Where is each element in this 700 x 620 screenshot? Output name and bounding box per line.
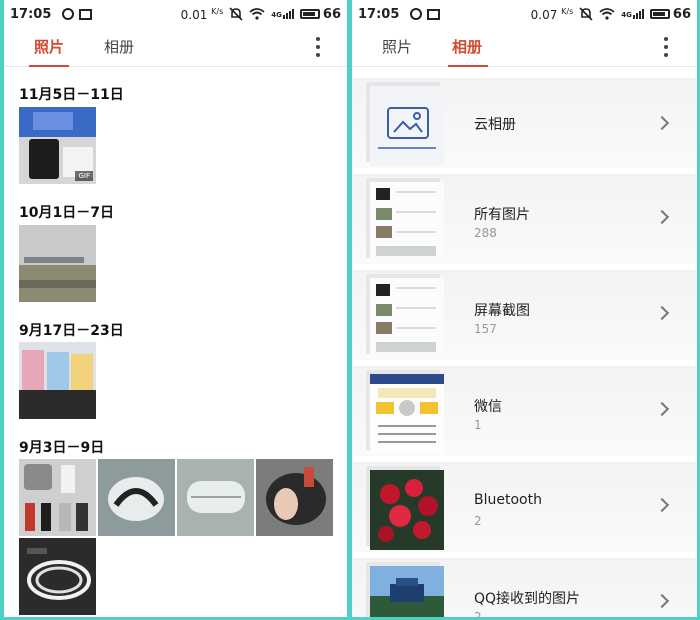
tab-photos[interactable]: 照片 [34, 36, 64, 57]
image-notification-icon [79, 8, 93, 20]
album-name: 所有图片 [474, 207, 530, 223]
week-header: 11月5日－11日 [19, 87, 124, 103]
week-header: 10月1日－7日 [19, 205, 114, 221]
photo-thumbnail[interactable] [19, 459, 96, 536]
chevron-right-icon [654, 497, 670, 513]
album-cover [370, 566, 444, 617]
album-row-cloud[interactable]: 云相册 [352, 78, 697, 168]
cloud-album-icon [370, 86, 444, 166]
album-name: QQ接收到的图片 [474, 591, 581, 607]
week-header: 9月17日－23日 [19, 323, 124, 339]
chevron-right-icon [654, 305, 670, 321]
album-count: 2 [474, 514, 482, 528]
chevron-right-icon [654, 593, 670, 609]
album-count: 2 [474, 610, 482, 617]
album-name: 屏幕截图 [474, 303, 530, 319]
battery-icon [649, 9, 670, 19]
tab-indicator [29, 65, 69, 67]
photo-thumbnail[interactable]: GIF [19, 107, 96, 184]
tab-indicator [448, 65, 488, 67]
status-time: 17:05 [10, 6, 52, 22]
battery-icon [299, 9, 320, 19]
tab-photos[interactable]: 照片 [382, 36, 412, 57]
network-speed: 0.07 K/s [530, 6, 574, 22]
signal-icon: 4G [271, 9, 294, 19]
chevron-right-icon [654, 209, 670, 225]
photo-thumbnail[interactable] [256, 459, 333, 536]
album-name: 微信 [474, 399, 502, 415]
album-name: 云相册 [474, 117, 516, 133]
wifi-icon [249, 8, 265, 20]
wifi-icon [599, 8, 615, 20]
notification-icon [410, 8, 423, 20]
mute-icon [579, 7, 593, 21]
status-bar: 17:05 0.07 K/s 4G 66 [352, 0, 697, 28]
tab-albums[interactable]: 相册 [104, 36, 134, 57]
tab-bar: 照片 相册 [352, 28, 697, 67]
album-row-qq[interactable]: QQ接收到的图片 2 [352, 558, 697, 617]
album-count: 157 [474, 322, 497, 336]
album-cover [370, 470, 444, 550]
gif-badge: GIF [75, 171, 93, 181]
network-speed: 0.01 K/s [180, 6, 224, 22]
status-time: 17:05 [358, 6, 400, 22]
photo-thumbnail[interactable] [98, 459, 175, 536]
album-row-bluetooth[interactable]: Bluetooth 2 [352, 462, 697, 552]
photo-thumbnail[interactable] [19, 225, 96, 302]
more-menu-icon[interactable] [658, 37, 674, 57]
album-row-screenshots[interactable]: 屏幕截图 157 [352, 270, 697, 360]
tab-bar: 照片 相册 [4, 28, 347, 67]
albums-screen: 17:05 0.07 K/s 4G 66 照片 相册 云相册 所有图片 288 … [352, 0, 697, 617]
album-count: 1 [474, 418, 482, 432]
album-name: Bluetooth [474, 492, 542, 508]
album-count: 288 [474, 226, 497, 240]
chevron-right-icon [654, 115, 670, 131]
image-notification-icon [427, 8, 441, 20]
chevron-right-icon [654, 401, 670, 417]
mute-icon [229, 7, 243, 21]
battery-indicator: 66 [649, 7, 691, 22]
photos-screen: 17:05 0.01 K/s 4G 66 照片 相册 11月5日－11日 GIF… [4, 0, 347, 617]
album-cover [370, 278, 444, 358]
photo-thumbnail[interactable] [19, 342, 96, 419]
signal-icon: 4G [621, 9, 644, 19]
notification-icon [62, 8, 75, 20]
album-cover [370, 182, 444, 262]
tab-albums[interactable]: 相册 [452, 36, 482, 57]
album-cover [370, 374, 444, 454]
photo-thumbnail[interactable] [177, 459, 254, 536]
more-menu-icon[interactable] [310, 37, 326, 57]
photo-thumbnail[interactable] [19, 538, 96, 615]
week-header: 9月3日－9日 [19, 440, 105, 456]
album-row-wechat[interactable]: 微信 1 [352, 366, 697, 456]
album-row-all[interactable]: 所有图片 288 [352, 174, 697, 264]
battery-indicator: 66 [299, 7, 341, 22]
status-bar: 17:05 0.01 K/s 4G 66 [4, 0, 347, 28]
